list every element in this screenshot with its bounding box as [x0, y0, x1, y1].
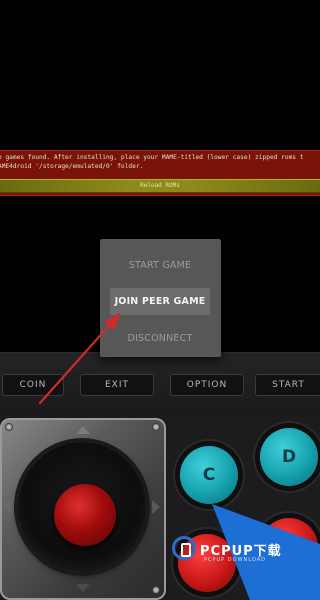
button-c[interactable]: C: [180, 446, 238, 504]
no-games-notification: o games found. After installing, place y…: [0, 150, 320, 196]
notification-text-line-2: AME4droid '/storage/emulated/0' folder.: [0, 163, 144, 170]
reload-roms-button[interactable]: Reload ROMs: [0, 179, 320, 193]
arrow-left-icon: [4, 500, 12, 514]
netplay-menu-dialog: START GAME JOIN PEER GAME DISCONNECT: [100, 239, 221, 357]
screw-icon: [152, 586, 160, 594]
coin-button[interactable]: COIN: [2, 374, 64, 396]
notification-text-line-1: o games found. After installing, place y…: [0, 154, 304, 161]
screw-icon: [5, 423, 13, 431]
joystick-base: [18, 442, 146, 572]
joystick[interactable]: [54, 484, 116, 546]
arrow-down-icon: [76, 584, 90, 592]
joystick-panel: [0, 418, 166, 600]
start-button[interactable]: START: [255, 374, 320, 396]
start-game-menu-item[interactable]: START GAME: [110, 252, 210, 279]
arrow-up-icon: [76, 426, 90, 434]
watermark-subtitle: PCPUP DOWNLOAD: [204, 557, 266, 563]
disconnect-menu-item[interactable]: DISCONNECT: [110, 325, 210, 352]
exit-button[interactable]: EXIT: [80, 374, 154, 396]
controller-top-strip: COIN EXIT OPTION START: [0, 352, 320, 415]
arrow-right-icon: [152, 500, 160, 514]
watermark-logo-icon: [172, 536, 196, 560]
screw-icon: [152, 423, 160, 431]
join-peer-game-menu-item[interactable]: JOIN PEER GAME: [110, 288, 210, 315]
button-d[interactable]: D: [260, 428, 318, 486]
option-button[interactable]: OPTION: [170, 374, 244, 396]
